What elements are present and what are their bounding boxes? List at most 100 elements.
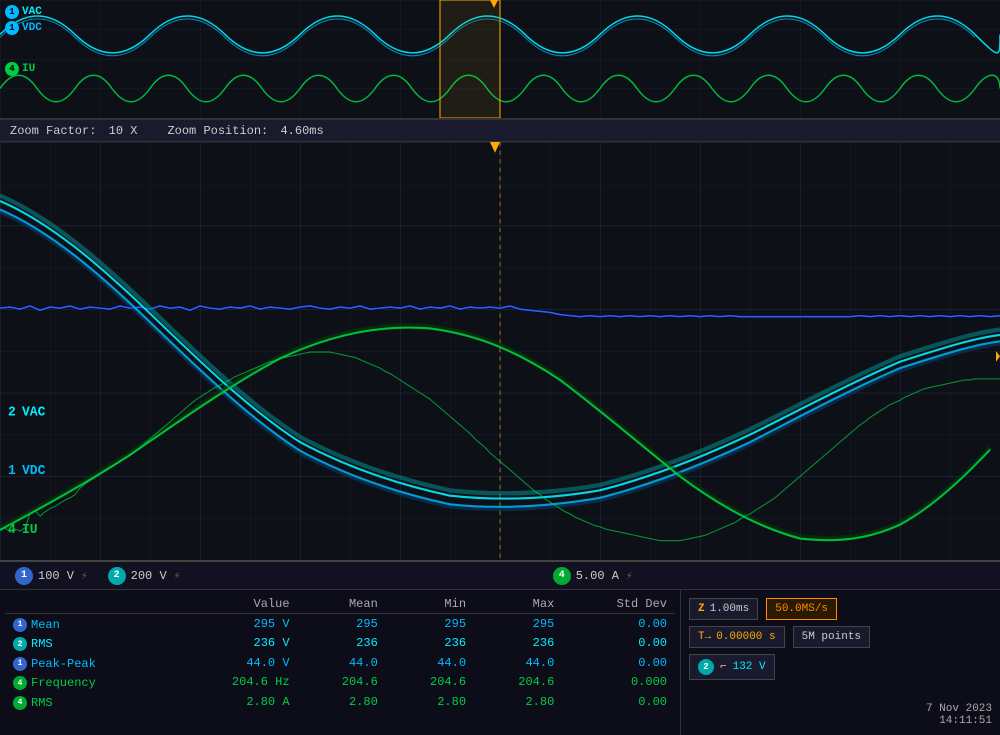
meas-pp-min: 44.0: [386, 653, 474, 673]
meas-rms4-std: 0.00: [562, 692, 675, 712]
meas-rms4-mean: 2.80: [298, 692, 386, 712]
ch4-scale-value: 5.00 A: [576, 569, 619, 583]
datetime-container: 7 Nov 2023 14:11:51: [689, 703, 992, 727]
meas-ch1-badge: 1: [13, 618, 27, 632]
meas-mean-value: 295 V: [173, 614, 298, 634]
meas-pp-value: 44.0 V: [173, 653, 298, 673]
zoom-position-label: Zoom Position: 4.60ms: [167, 124, 323, 138]
col-header-name: [5, 595, 173, 614]
zoom-info-bar: Zoom Factor: 10 X Zoom Position: 4.60ms: [0, 120, 1000, 142]
col-header-min: Min: [386, 595, 474, 614]
meas-pp-mean: 44.0: [298, 653, 386, 673]
meas-ch4b-badge: 4: [13, 696, 27, 710]
ch1-badge: 1: [5, 5, 19, 19]
meas-row-mean: 1 Mean 295 V 295 295 295 0.00: [5, 614, 675, 634]
meas-rms4-label: RMS: [31, 696, 53, 710]
measurements-table-container: Value Mean Min Max Std Dev 1: [0, 590, 680, 735]
ch2-scale: 2 200 V ⚡: [108, 567, 181, 585]
meas-freq-mean: 204.6: [298, 673, 386, 693]
meas-rms2-min: 236: [386, 634, 474, 654]
trigger-value: 0.00000 s: [716, 631, 775, 643]
meas-row-freq: 4 Frequency 204.6 Hz 204.6 204.6 204.6 0…: [5, 673, 675, 693]
col-header-max: Max: [474, 595, 562, 614]
meas-freq-value: 204.6 Hz: [173, 673, 298, 693]
ch2-scale-badge: 2: [108, 567, 126, 585]
trigger-box[interactable]: T→ 0.00000 s: [689, 626, 785, 648]
sample-rate-box: 50.0MS/s: [766, 598, 837, 620]
zoom-position-value: 4.60ms: [280, 124, 323, 138]
meas-mean-label: Mean: [31, 618, 60, 632]
meas-pp-label: Peak-Peak: [31, 657, 96, 671]
meas-row-rms4: 4 RMS 2.80 A 2.80 2.80 2.80 0.00: [5, 692, 675, 712]
meas-pp-std: 0.00: [562, 653, 675, 673]
svg-text:2: 2: [8, 405, 16, 421]
meas-mean-min: 295: [386, 614, 474, 634]
meas-rms4-max: 2.80: [474, 692, 562, 712]
time-controls-row2: T→ 0.00000 s 5M points: [689, 626, 992, 648]
points-box: 5M points: [793, 626, 870, 648]
overview-channel-labels: 1 VAC 1 VDC 4 IU: [5, 5, 42, 76]
ch2-ctrl-badge: 2: [698, 659, 714, 675]
date-display: 7 Nov 2023: [689, 703, 992, 715]
ch4-badge: 4: [5, 62, 19, 76]
meas-mean-max: 295: [474, 614, 562, 634]
meas-ch4-badge: 4: [13, 676, 27, 690]
col-header-mean: Mean: [298, 595, 386, 614]
points-value: 5M points: [802, 631, 861, 643]
meas-ch1b-badge: 1: [13, 657, 27, 671]
ch4-scale: 4 5.00 A ⚡: [553, 567, 633, 585]
z-time-div-box[interactable]: Z 1.00ms: [689, 598, 758, 620]
main-waveform-panel: 2 VAC 1 VDC 4 IU: [0, 142, 1000, 560]
meas-mean-mean: 295: [298, 614, 386, 634]
col-header-value: Value: [173, 595, 298, 614]
sample-rate-value: 50.0MS/s: [775, 603, 828, 615]
ch2-trigger-box[interactable]: 2 ⌐ 132 V: [689, 654, 775, 680]
zoom-factor-label: Zoom Factor: 10 X: [10, 124, 137, 138]
meas-freq-std: 0.000: [562, 673, 675, 693]
time-display: 14:11:51: [689, 715, 992, 727]
time-controls-row1: Z 1.00ms 50.0MS/s: [689, 598, 992, 620]
zoom-factor-value: 10 X: [109, 124, 138, 138]
meas-rms4-min: 2.80: [386, 692, 474, 712]
meas-rms2-std: 0.00: [562, 634, 675, 654]
meas-rms2-label: RMS: [31, 637, 53, 651]
meas-row-pp: 1 Peak-Peak 44.0 V 44.0 44.0 44.0 0.00: [5, 653, 675, 673]
measurements-table: Value Mean Min Max Std Dev 1: [5, 595, 675, 712]
meas-row-rms2: 2 RMS 236 V 236 236 236 0.00: [5, 634, 675, 654]
meas-freq-min: 204.6: [386, 673, 474, 693]
oscilloscope-display: 1 VAC 1 VDC 4 IU Zoom Factor: 10 X Zoom …: [0, 0, 1000, 735]
measurements-area: Value Mean Min Max Std Dev 1: [0, 590, 1000, 735]
ch1-scale-badge: 1: [15, 567, 33, 585]
ch1-badge2: 1: [5, 21, 19, 35]
meas-ch2-badge: 2: [13, 637, 27, 651]
ch2-ctrl-value: 132 V: [733, 661, 766, 673]
ch2-vac-label: VAC: [22, 6, 42, 18]
meas-mean-std: 0.00: [562, 614, 675, 634]
svg-text:1: 1: [8, 464, 16, 480]
svg-text:IU: IU: [22, 523, 38, 539]
meas-rms2-mean: 236: [298, 634, 386, 654]
svg-text:VDC: VDC: [22, 464, 45, 480]
trigger-arrow: T→: [698, 631, 711, 643]
ch2-scale-value: 200 V: [131, 569, 167, 583]
ch2-ctrl-symbol: ⌐: [720, 661, 727, 673]
ch1-scale-value: 100 V: [38, 569, 74, 583]
z-label: Z: [698, 603, 705, 615]
meas-rms4-value: 2.80 A: [173, 692, 298, 712]
meas-pp-max: 44.0: [474, 653, 562, 673]
ch2-display-row: 2 ⌐ 132 V: [689, 654, 992, 680]
channel-scale-bar: 1 100 V ⚡ 2 200 V ⚡ 4 5.00 A ⚡: [0, 562, 1000, 590]
meas-freq-max: 204.6: [474, 673, 562, 693]
overview-panel: 1 VAC 1 VDC 4 IU: [0, 0, 1000, 120]
bottom-bar: 1 100 V ⚡ 2 200 V ⚡ 4 5.00 A ⚡: [0, 560, 1000, 735]
ch4-scale-badge: 4: [553, 567, 571, 585]
meas-rms2-max: 236: [474, 634, 562, 654]
meas-rms2-value: 236 V: [173, 634, 298, 654]
col-header-std: Std Dev: [562, 595, 675, 614]
svg-text:VAC: VAC: [22, 405, 45, 421]
right-controls: Z 1.00ms 50.0MS/s T→ 0.00000 s 5M points: [680, 590, 1000, 735]
ch4-iu-label: IU: [22, 63, 35, 75]
ch1-scale: 1 100 V ⚡: [15, 567, 88, 585]
time-div-value: 1.00ms: [710, 603, 750, 615]
ch1-vdc-label: VDC: [22, 22, 42, 34]
